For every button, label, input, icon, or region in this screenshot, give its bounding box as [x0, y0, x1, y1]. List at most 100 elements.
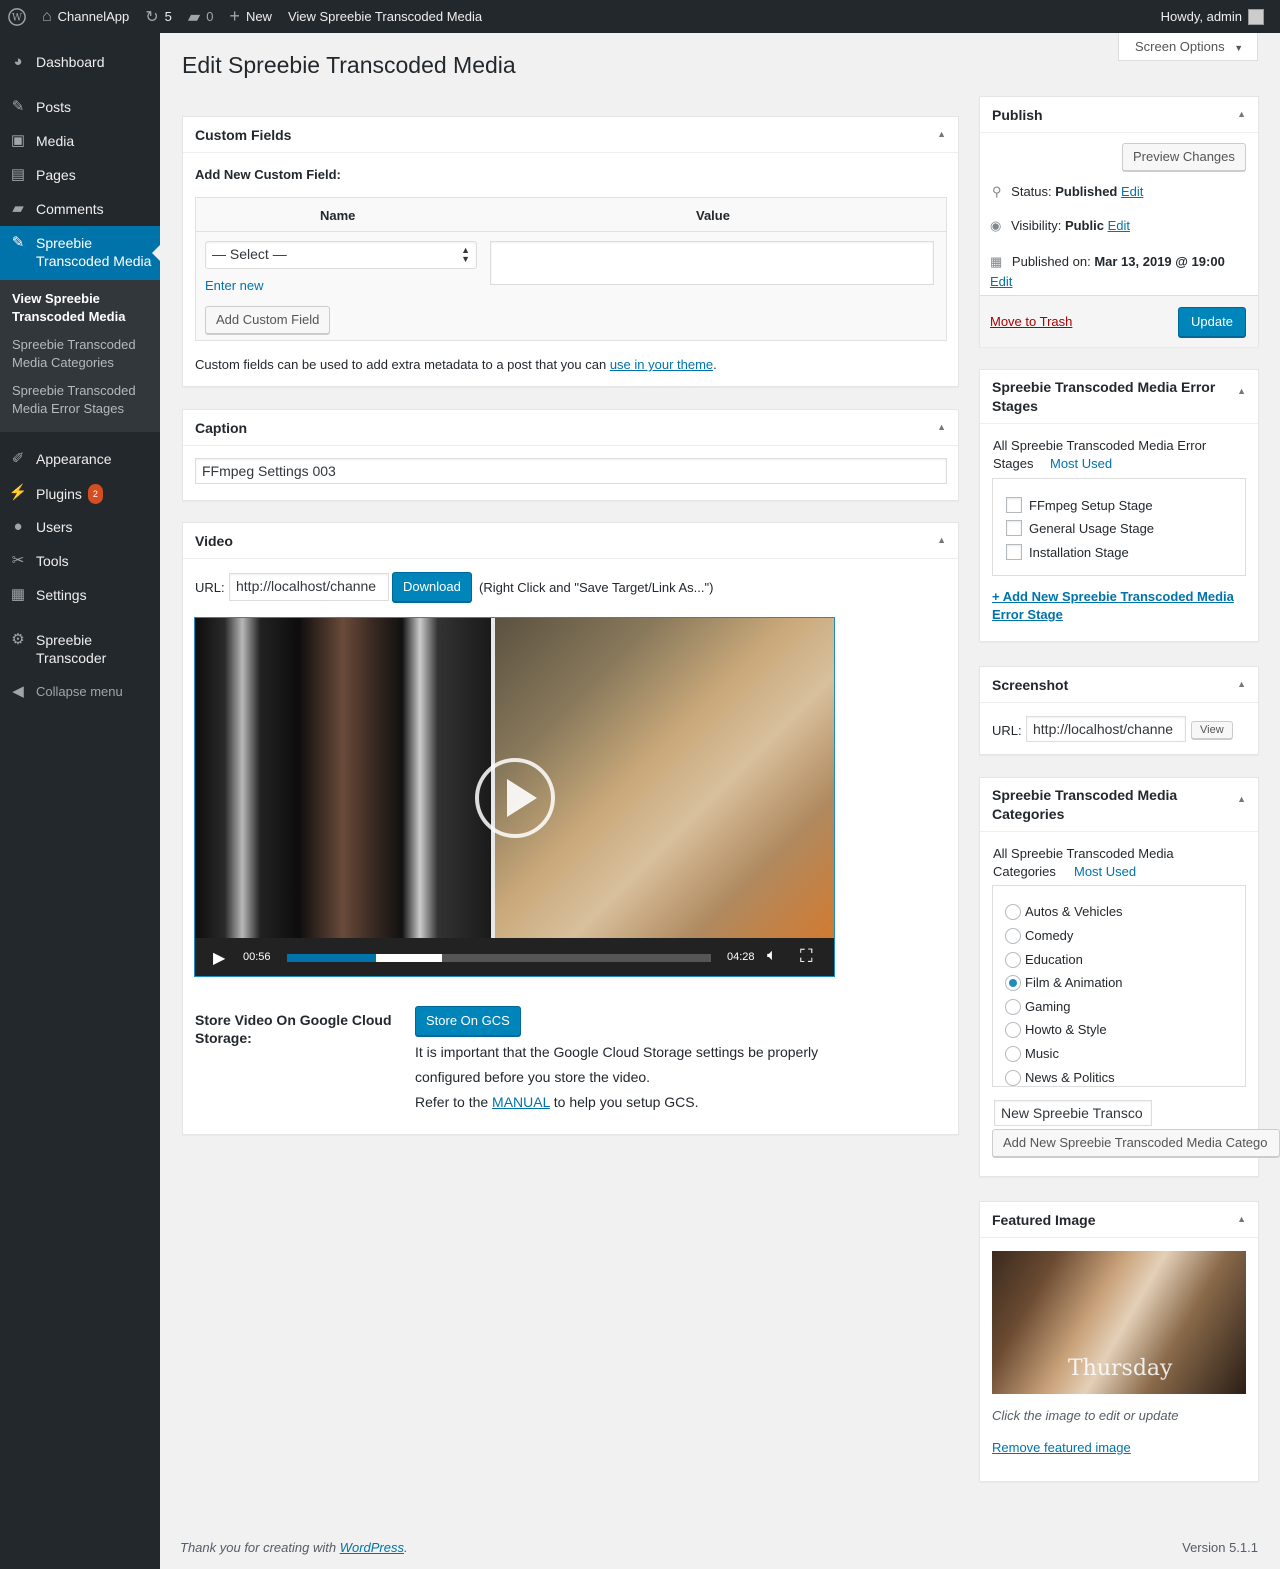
radio-music[interactable] [1005, 1046, 1021, 1062]
add-custom-field-button[interactable]: Add Custom Field [205, 306, 331, 334]
screenshot-url-input[interactable]: http://localhost/channe [1026, 716, 1186, 742]
enter-new-link[interactable]: Enter new [205, 278, 264, 293]
pages-icon: ▤ [10, 166, 26, 183]
radio-gaming[interactable] [1005, 999, 1021, 1015]
update-button[interactable]: Update [1178, 307, 1246, 337]
collapse-toggle-icon[interactable]: ▲ [1237, 382, 1246, 401]
updates-link[interactable]: ↻ 5 [137, 0, 180, 33]
users-icon: ● [13, 518, 23, 535]
page-title: Edit Spreebie Transcoded Media [182, 52, 516, 78]
collapse-toggle-icon[interactable]: ▲ [1237, 679, 1246, 689]
progress-track[interactable] [287, 954, 711, 962]
menu-dashboard[interactable]: ◕ Dashboard [0, 53, 160, 71]
publish-header[interactable]: Publish ▲ [980, 97, 1258, 133]
view-post-link[interactable]: View Spreebie Transcoded Media [280, 0, 490, 33]
radio-howto-style[interactable] [1005, 1022, 1021, 1038]
store-on-gcs-button[interactable]: Store On GCS [415, 1006, 521, 1036]
menu-plugins[interactable]: ⚡ Plugins 2 [0, 484, 160, 504]
submenu-view-media[interactable]: View Spreebie Transcoded Media [12, 290, 152, 326]
my-account-link[interactable]: Howdy, admin [1153, 0, 1272, 33]
preview-changes-button[interactable]: Preview Changes [1122, 143, 1246, 171]
menu-spreebie-transcoder[interactable]: ⚙ Spreebie Transcoder [0, 631, 160, 667]
menu-posts[interactable]: ✎ Posts [0, 98, 160, 116]
collapse-toggle-icon[interactable]: ▲ [1237, 790, 1246, 809]
menu-pages[interactable]: ▤ Pages [0, 166, 160, 184]
site-name-link[interactable]: ⌂ ChannelApp [34, 0, 137, 33]
new-category-input[interactable]: New Spreebie Transco [994, 1100, 1152, 1126]
menu-media[interactable]: ▣ Media [0, 132, 160, 150]
svg-text:W: W [12, 12, 23, 23]
menu-users[interactable]: ● Users [0, 518, 160, 536]
video-url-input[interactable]: http://localhost/channe [229, 573, 389, 601]
big-play-icon[interactable] [475, 758, 555, 838]
menu-comments[interactable]: ▰ Comments [0, 200, 160, 218]
new-content-link[interactable]: + New [221, 0, 280, 33]
submenu-media-error-stages[interactable]: Spreebie Transcoded Media Error Stages [12, 382, 152, 418]
caption-textarea[interactable]: FFmpeg Settings 003 [195, 458, 947, 484]
screenshot-header[interactable]: Screenshot ▲ [980, 667, 1258, 703]
comments-link[interactable]: ▰ 0 [180, 0, 222, 33]
checkbox-installation-stage[interactable] [1006, 544, 1022, 560]
fullscreen-icon[interactable]: ⛶ [800, 946, 813, 967]
collapse-menu-button[interactable]: ◀ Collapse menu [0, 683, 160, 701]
duration: 04:28 [727, 951, 755, 963]
radio-film-animation[interactable] [1005, 975, 1021, 991]
video-player[interactable]: ▶ 00:56 04:28 🔈︎ ⛶ [194, 617, 835, 977]
volume-icon[interactable]: 🔈︎ [767, 947, 777, 965]
category-label: Film & Animation [1025, 975, 1123, 990]
dropdown-arrow-icon: ▼ [1234, 43, 1244, 53]
menu-settings[interactable]: ▦ Settings [0, 586, 160, 604]
featured-image-thumbnail[interactable]: Thursday [992, 1251, 1246, 1394]
tab-most-used-categories[interactable]: Most Used [1074, 863, 1136, 881]
radio-education[interactable] [1005, 952, 1021, 968]
remove-featured-image-link[interactable]: Remove featured image [992, 1440, 1131, 1455]
collapse-toggle-icon[interactable]: ▲ [937, 535, 946, 545]
menu-spreebie-transcoded-media[interactable]: ✎ Spreebie Transcoded Media [0, 226, 160, 280]
radio-news-politics[interactable] [1005, 1070, 1021, 1086]
menu-tools[interactable]: ✂ Tools [0, 552, 160, 570]
download-button[interactable]: Download [392, 572, 472, 602]
screenshot-url-label: URL: [992, 723, 1022, 738]
radio-autos-vehicles[interactable] [1005, 904, 1021, 920]
featured-image-header[interactable]: Featured Image ▲ [980, 1202, 1258, 1238]
tab-most-used-error-stages[interactable]: Most Used [1050, 455, 1112, 473]
publish-actions: Move to Trash Update [980, 295, 1258, 347]
collapse-toggle-icon[interactable]: ▲ [937, 422, 946, 432]
collapse-toggle-icon[interactable]: ▲ [937, 129, 946, 139]
video-frame-left-scene [195, 618, 491, 938]
custom-fields-header[interactable]: Custom Fields ▲ [183, 117, 958, 153]
wordpress-logo-icon[interactable]: W [0, 0, 34, 33]
collapse-toggle-icon[interactable]: ▲ [1237, 109, 1246, 119]
featured-image-box: Featured Image ▲ Thursday Click the imag… [979, 1201, 1259, 1482]
featured-image-hint: Click the image to edit or update [992, 1408, 1179, 1423]
wordpress-link[interactable]: WordPress [340, 1540, 404, 1555]
caption-header[interactable]: Caption ▲ [183, 410, 958, 446]
categories-header[interactable]: Spreebie Transcoded Media Categories ▲ [980, 778, 1258, 832]
custom-field-value-textarea[interactable] [490, 241, 934, 285]
manual-link[interactable]: MANUAL [492, 1094, 550, 1110]
add-new-category-button[interactable]: Add New Spreebie Transcoded Media Catego [992, 1129, 1280, 1157]
menu-appearance[interactable]: ✐ Appearance [0, 450, 160, 468]
view-screenshot-button[interactable]: View [1191, 721, 1233, 739]
error-stages-header[interactable]: Spreebie Transcoded Media Error Stages ▲ [980, 370, 1258, 424]
play-icon[interactable]: ▶ [213, 948, 225, 968]
edit-status-link[interactable]: Edit [1121, 184, 1143, 199]
checkbox-ffmpeg-setup-stage[interactable] [1006, 497, 1022, 513]
move-to-trash-link[interactable]: Move to Trash [990, 314, 1072, 329]
radio-comedy[interactable] [1005, 928, 1021, 944]
video-header[interactable]: Video ▲ [183, 523, 958, 559]
submenu-media-categories[interactable]: Spreebie Transcoded Media Categories [12, 336, 152, 372]
plugins-update-badge: 2 [87, 484, 103, 504]
pushpin-icon: ✎ [11, 234, 25, 251]
collapse-toggle-icon[interactable]: ▲ [1237, 1214, 1246, 1224]
custom-field-name-select[interactable]: — Select — ▲ ▼ [205, 241, 477, 269]
use-in-theme-link[interactable]: use in your theme [610, 357, 713, 372]
category-label: Autos & Vehicles [1025, 904, 1123, 919]
add-new-error-stage-link[interactable]: + Add New Spreebie Transcoded Media Erro… [992, 588, 1234, 624]
edit-visibility-link[interactable]: Edit [1108, 218, 1130, 233]
error-stage-label: General Usage Stage [1029, 521, 1155, 536]
admin-sidebar: ◕ Dashboard ✎ Posts ▣ Media ▤ Pages ▰ Co… [0, 33, 160, 1569]
screen-options-button[interactable]: Screen Options ▼ [1118, 33, 1258, 61]
edit-date-link[interactable]: Edit [990, 274, 1012, 289]
checkbox-general-usage-stage[interactable] [1006, 520, 1022, 536]
